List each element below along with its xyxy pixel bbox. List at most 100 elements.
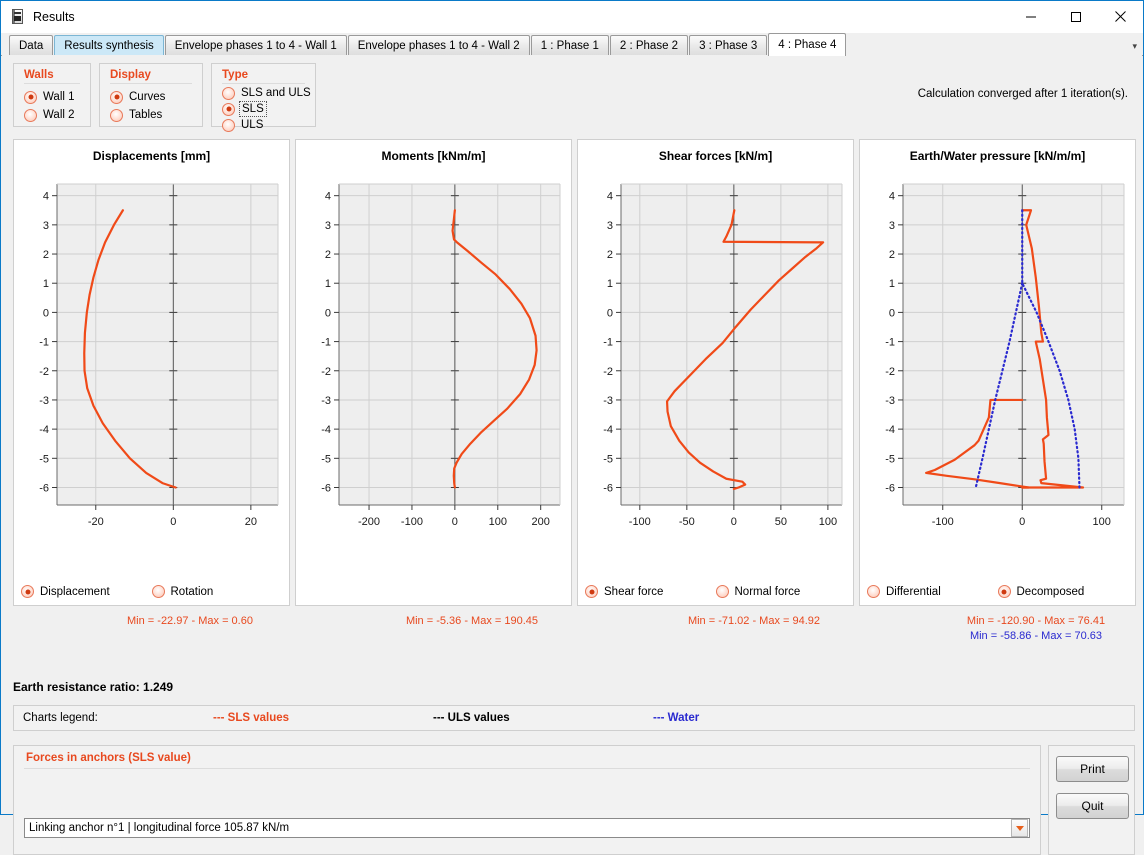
radio-label-wall-1: Wall 1 <box>43 91 75 103</box>
type-group: Type SLS and ULS SLS ULS <box>211 63 316 127</box>
chevron-down-icon[interactable] <box>1011 819 1028 837</box>
charts-legend-sls: --- SLS values <box>213 712 433 724</box>
svg-text:-2: -2 <box>885 366 895 378</box>
actions-panel: Print Quit <box>1048 745 1135 855</box>
tab-data[interactable]: Data <box>9 35 53 55</box>
legend-label-rotation: Rotation <box>171 586 214 598</box>
radio-icon-normal-force <box>716 585 729 598</box>
svg-text:-100: -100 <box>932 516 954 528</box>
svg-text:-3: -3 <box>603 395 613 407</box>
svg-text:0: 0 <box>43 307 49 319</box>
svg-text:-6: -6 <box>39 482 49 494</box>
radio-icon-wall-2 <box>24 109 37 122</box>
tab-envelope-wall-1[interactable]: Envelope phases 1 to 4 - Wall 1 <box>165 35 347 55</box>
legend-item-normal-force[interactable]: Normal force <box>716 585 847 598</box>
radio-label-wall-2: Wall 2 <box>43 109 75 121</box>
plot-shear-forces: 43210-1-2-3-4-5-6-100-50050100 <box>578 170 853 565</box>
svg-text:-3: -3 <box>321 395 331 407</box>
tab-results-synthesis[interactable]: Results synthesis <box>54 35 163 55</box>
legend-item-shear-force[interactable]: Shear force <box>585 585 716 598</box>
minmax-row: Min = -22.97 - Max = 0.60 Min = -5.36 - … <box>13 611 1135 651</box>
svg-text:-3: -3 <box>39 395 49 407</box>
svg-text:0: 0 <box>889 307 895 319</box>
svg-text:-100: -100 <box>401 516 423 528</box>
radio-icon-differential <box>867 585 880 598</box>
minmax-shear-forces: Min = -71.02 - Max = 94.92 <box>644 615 864 627</box>
svg-text:3: 3 <box>43 220 49 232</box>
radio-uls[interactable]: ULS <box>222 117 305 133</box>
minimize-icon[interactable] <box>1008 1 1053 32</box>
svg-text:1: 1 <box>43 278 49 290</box>
svg-text:-6: -6 <box>603 482 613 494</box>
svg-text:0: 0 <box>731 516 737 528</box>
legend-item-rotation[interactable]: Rotation <box>152 585 283 598</box>
legend-item-displacement[interactable]: Displacement <box>21 585 152 598</box>
radio-tables[interactable]: Tables <box>110 106 192 124</box>
earth-resistance-ratio: Earth resistance ratio: 1.249 <box>13 680 173 694</box>
chart-shear-forces: Shear forces [kN/m] 43210-1-2-3-4-5-6-10… <box>577 139 854 606</box>
svg-text:-5: -5 <box>885 453 895 465</box>
svg-text:-2: -2 <box>39 366 49 378</box>
charts-legend-water: --- Water <box>653 712 873 724</box>
svg-text:0: 0 <box>607 307 613 319</box>
svg-text:3: 3 <box>325 220 331 232</box>
svg-text:-1: -1 <box>885 337 895 349</box>
legend-item-differential[interactable]: Differential <box>867 585 998 598</box>
tab-phase-1[interactable]: 1 : Phase 1 <box>531 35 609 55</box>
tab-overflow-icon[interactable]: ▾ <box>1132 41 1137 52</box>
radio-wall-2[interactable]: Wall 2 <box>24 106 80 124</box>
tab-phase-3[interactable]: 3 : Phase 3 <box>689 35 767 55</box>
legend-item-decomposed[interactable]: Decomposed <box>998 585 1129 598</box>
radio-icon-sls-and-uls <box>222 87 235 100</box>
tab-envelope-wall-2[interactable]: Envelope phases 1 to 4 - Wall 2 <box>348 35 530 55</box>
svg-text:-5: -5 <box>603 453 613 465</box>
svg-text:-4: -4 <box>603 424 613 436</box>
radio-curves[interactable]: Curves <box>110 88 192 106</box>
svg-text:2: 2 <box>889 249 895 261</box>
minmax-moments: Min = -5.36 - Max = 190.45 <box>362 615 582 627</box>
results-window: Results Data Results synthesis Envelope … <box>0 0 1144 815</box>
close-icon[interactable] <box>1098 1 1143 32</box>
legend-label-differential: Differential <box>886 586 941 598</box>
tab-phase-2[interactable]: 2 : Phase 2 <box>610 35 688 55</box>
tab-phase-4[interactable]: 4 : Phase 4 <box>768 33 846 56</box>
svg-text:-1: -1 <box>39 337 49 349</box>
svg-text:-2: -2 <box>603 366 613 378</box>
svg-text:-4: -4 <box>39 424 49 436</box>
svg-text:1: 1 <box>889 278 895 290</box>
anchor-select-value: Linking anchor n°1 | longitudinal force … <box>29 822 1011 834</box>
charts-legend-label: Charts legend: <box>23 712 213 724</box>
minmax-pressure-earth: Min = -120.90 - Max = 76.41 <box>926 615 1144 627</box>
quit-button[interactable]: Quit <box>1056 793 1129 819</box>
svg-text:4: 4 <box>607 191 613 203</box>
radio-label-sls-and-uls: SLS and ULS <box>241 87 311 99</box>
svg-text:-5: -5 <box>39 453 49 465</box>
svg-text:-4: -4 <box>321 424 331 436</box>
radio-icon-decomposed <box>998 585 1011 598</box>
maximize-icon[interactable] <box>1053 1 1098 32</box>
window-controls <box>1008 1 1143 32</box>
convergence-status: Calculation converged after 1 iteration(… <box>918 88 1128 100</box>
radio-label-uls: ULS <box>241 119 263 131</box>
radio-icon-rotation <box>152 585 165 598</box>
legend-label-normal-force: Normal force <box>735 586 801 598</box>
anchor-select[interactable]: Linking anchor n°1 | longitudinal force … <box>24 818 1030 838</box>
print-button[interactable]: Print <box>1056 756 1129 782</box>
plot-displacements: 43210-1-2-3-4-5-6-20020 <box>14 170 289 565</box>
content-area: Walls Wall 1 Wall 2 Display Curves <box>2 55 1142 813</box>
radio-sls-and-uls[interactable]: SLS and ULS <box>222 85 305 101</box>
minmax-displacements: Min = -22.97 - Max = 0.60 <box>80 615 300 627</box>
radio-icon-uls <box>222 119 235 132</box>
legend-label-shear-force: Shear force <box>604 586 663 598</box>
chart-displacements: Displacements [mm] 43210-1-2-3-4-5-6-200… <box>13 139 290 606</box>
type-group-title: Type <box>222 69 305 81</box>
radio-wall-1[interactable]: Wall 1 <box>24 88 80 106</box>
svg-text:0: 0 <box>1019 516 1025 528</box>
chart-moments: Moments [kNm/m] 43210-1-2-3-4-5-6-200-10… <box>295 139 572 606</box>
svg-text:100: 100 <box>1093 516 1111 528</box>
radio-sls[interactable]: SLS <box>222 101 305 117</box>
minmax-pressure-water: Min = -58.86 - Max = 70.63 <box>926 630 1144 642</box>
svg-text:-3: -3 <box>885 395 895 407</box>
svg-text:100: 100 <box>489 516 507 528</box>
anchors-panel-title: Forces in anchors (SLS value) <box>26 752 1040 764</box>
